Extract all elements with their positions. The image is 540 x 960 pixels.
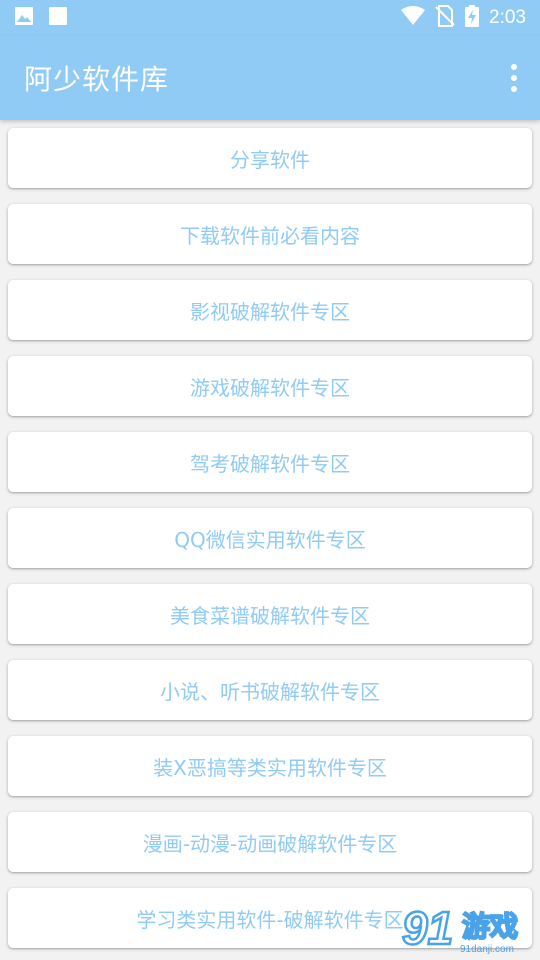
battery-charging-icon <box>465 5 480 31</box>
menu-item-video[interactable]: 影视破解软件专区 <box>8 280 532 340</box>
app-title: 阿少软件库 <box>24 63 170 96</box>
menu-item-label: 游戏破解软件专区 <box>190 375 350 400</box>
wifi-icon <box>401 6 426 30</box>
menu-item-label: 驾考破解软件专区 <box>190 451 350 476</box>
status-bar: 2:03 <box>0 0 540 36</box>
menu-item-label: 漫画-动漫-动画破解软件专区 <box>142 831 398 856</box>
menu-item-qq-wechat[interactable]: QQ微信实用软件专区 <box>8 508 532 568</box>
menu-item-games[interactable]: 游戏破解软件专区 <box>8 356 532 416</box>
menu-item-share-software[interactable]: 分享软件 <box>8 128 532 188</box>
menu-item-pranks[interactable]: 装X恶搞等类实用软件专区 <box>8 736 532 796</box>
svg-text:91: 91 <box>402 902 453 954</box>
menu-item-driving-test[interactable]: 驾考破解软件专区 <box>8 432 532 492</box>
menu-item-label: 下载软件前必看内容 <box>180 223 360 248</box>
menu-item-novels-audiobooks[interactable]: 小说、听书破解软件专区 <box>8 660 532 720</box>
menu-item-label: 分享软件 <box>230 147 310 172</box>
menu-item-label: 影视破解软件专区 <box>190 299 350 324</box>
menu-item-download-notice[interactable]: 下载软件前必看内容 <box>8 204 532 264</box>
square-icon <box>48 6 68 30</box>
watermark-site: 91danji.com <box>460 944 514 955</box>
menu-item-label: 小说、听书破解软件专区 <box>160 679 380 704</box>
menu-item-label: 学习类实用软件-破解软件专区 <box>136 907 404 932</box>
menu-item-recipes[interactable]: 美食菜谱破解软件专区 <box>8 584 532 644</box>
menu-item-label: 美食菜谱破解软件专区 <box>170 603 370 628</box>
watermark-logo: 91 游戏 91danji.com <box>400 900 536 958</box>
more-vert-icon[interactable] <box>502 58 526 98</box>
app-bar: 阿少软件库 <box>0 36 540 120</box>
menu-item-label: 装X恶搞等类实用软件专区 <box>153 755 387 780</box>
no-sim-icon <box>435 5 455 31</box>
watermark-logo-text: 游戏 <box>462 910 518 943</box>
status-time: 2:03 <box>489 7 526 28</box>
menu-item-label: QQ微信实用软件专区 <box>174 527 366 552</box>
image-icon <box>14 6 34 30</box>
menu-item-comics-anime[interactable]: 漫画-动漫-动画破解软件专区 <box>8 812 532 872</box>
